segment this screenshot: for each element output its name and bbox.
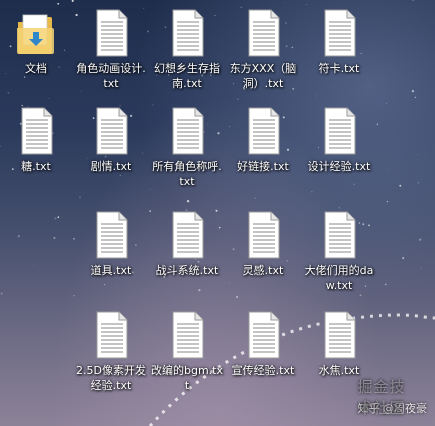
text-file-icon: [172, 311, 204, 359]
folder-icon: [17, 14, 54, 54]
desktop-icon-label: 宣传经验.txt: [231, 364, 295, 377]
desktop-icon-folder-documents[interactable]: 文档: [0, 8, 72, 76]
desktop: 文档 角色动画设计.txt 幻想乡生存指南.txt 东方XXX（脑洞）.txt 符卡.…: [0, 0, 435, 426]
desktop-icon-file[interactable]: 符卡.txt: [303, 8, 375, 76]
desktop-icon-file[interactable]: 幻想乡生存指南.txt: [151, 8, 223, 91]
text-file-icon: [248, 9, 280, 57]
desktop-icon-file[interactable]: 灵感.txt: [227, 210, 299, 278]
desktop-icon-file[interactable]: 设计经验.txt: [303, 106, 375, 174]
desktop-icon-label: 2.5D像素开发经验.txt: [76, 364, 146, 392]
desktop-icon-label: 战斗系统.txt: [155, 264, 219, 277]
desktop-icon-label: 东方XXX（脑洞）.txt: [229, 62, 297, 90]
desktop-icon-label: 灵感.txt: [242, 264, 284, 277]
desktop-icon-file[interactable]: 战斗系统.txt: [151, 210, 223, 278]
text-file-icon: [248, 211, 280, 259]
text-file-icon: [172, 107, 204, 155]
desktop-icon-label: 道具.txt: [90, 264, 132, 277]
desktop-icon-label: 文档: [25, 62, 47, 75]
desktop-icon-file[interactable]: 道具.txt: [75, 210, 147, 278]
desktop-icon-label: 大佬们用的daw.txt: [304, 264, 374, 292]
desktop-icon-file[interactable]: 剧情.txt: [75, 106, 147, 174]
text-file-icon: [324, 9, 356, 57]
desktop-icon-file[interactable]: 东方XXX（脑洞）.txt: [227, 8, 299, 91]
desktop-icon-file[interactable]: 角色动画设计.txt: [75, 8, 147, 91]
desktop-icon-label: 符卡.txt: [318, 62, 360, 75]
text-file-icon: [96, 311, 128, 359]
watermark: 知乎 @周夜豪 掘金技术社区: [358, 378, 428, 417]
desktop-icon-label: 角色动画设计.txt: [76, 62, 146, 90]
desktop-icon-label: 糖.txt: [21, 160, 51, 173]
desktop-icon-label: 改编的bgm.txt: [151, 364, 223, 392]
desktop-icon-file[interactable]: 好链接.txt: [227, 106, 299, 174]
text-file-icon: [96, 211, 128, 259]
desktop-icon-label: 剧情.txt: [90, 160, 132, 173]
text-file-icon: [21, 107, 53, 155]
desktop-icon-file[interactable]: 大佬们用的daw.txt: [303, 210, 375, 293]
text-file-icon: [172, 9, 204, 57]
desktop-icon-file[interactable]: 改编的bgm.txt: [151, 310, 223, 393]
text-file-icon: [248, 311, 280, 359]
text-file-icon: [96, 107, 128, 155]
desktop-icon-file[interactable]: 宣传经验.txt: [227, 310, 299, 378]
text-file-icon: [324, 107, 356, 155]
desktop-icon-file[interactable]: 水焦.txt: [303, 310, 375, 378]
desktop-icon-file[interactable]: 糖.txt: [0, 106, 72, 174]
desktop-icon-label: 所有角色称呼.txt: [152, 160, 222, 188]
text-file-icon: [324, 311, 356, 359]
text-file-icon: [248, 107, 280, 155]
desktop-icon-file[interactable]: 所有角色称呼.txt: [151, 106, 223, 189]
text-file-icon: [172, 211, 204, 259]
text-file-icon: [324, 211, 356, 259]
desktop-icon-label: 好链接.txt: [237, 160, 289, 173]
desktop-icon-file[interactable]: 2.5D像素开发经验.txt: [75, 310, 147, 393]
desktop-icon-label: 幻想乡生存指南.txt: [154, 62, 220, 90]
desktop-icon-label: 设计经验.txt: [307, 160, 371, 173]
watermark-ghost-text: 掘金技术社区: [357, 378, 406, 417]
text-file-icon: [96, 9, 128, 57]
